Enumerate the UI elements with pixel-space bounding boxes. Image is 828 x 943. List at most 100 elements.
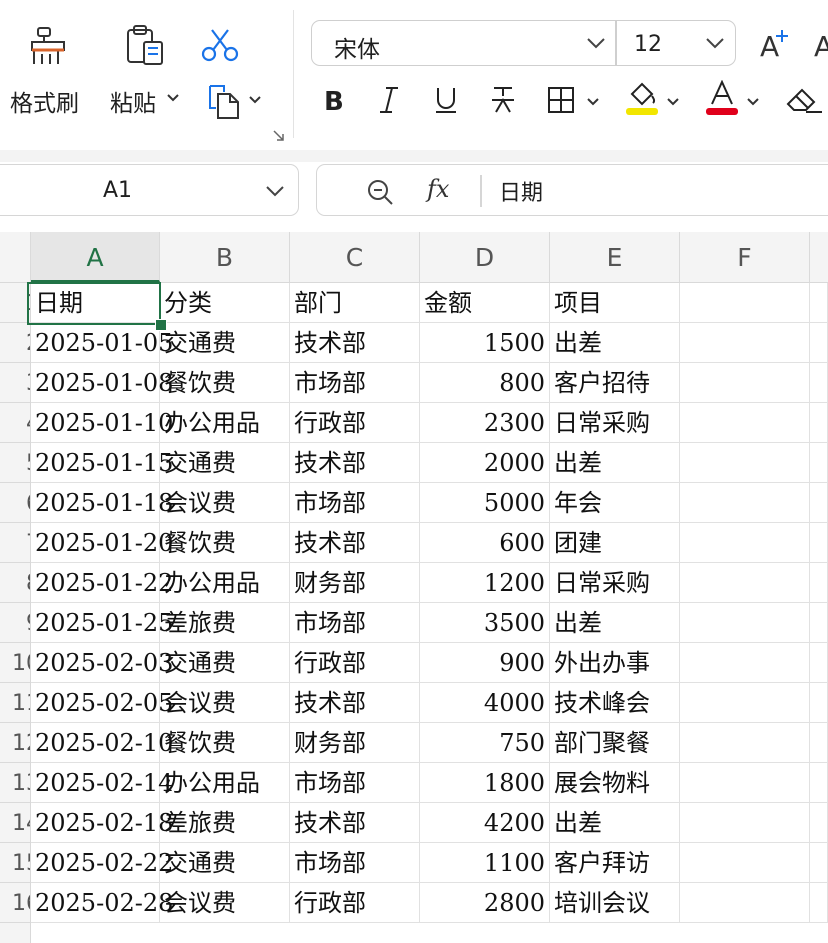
row-header-9[interactable]: 9 — [0, 603, 30, 643]
copy-dropdown-icon[interactable] — [248, 92, 262, 111]
row-header-14[interactable]: 14 — [0, 803, 30, 843]
empty-cell[interactable] — [810, 483, 828, 523]
cell-category[interactable]: 餐饮费 — [160, 363, 290, 403]
cell-dept[interactable]: 财务部 — [290, 723, 420, 763]
cell-category[interactable]: 餐饮费 — [160, 723, 290, 763]
cell-item[interactable]: 出差 — [550, 603, 680, 643]
cell-category[interactable]: 交通费 — [160, 843, 290, 883]
cell-item[interactable]: 展会物料 — [550, 763, 680, 803]
row-header-1[interactable]: 1 — [0, 283, 30, 323]
cell-item[interactable]: 团建 — [550, 523, 680, 563]
cell-amount[interactable]: 1500 — [420, 323, 550, 363]
cell-category[interactable]: 会议费 — [160, 883, 290, 923]
cell-amount[interactable]: 1800 — [420, 763, 550, 803]
cell-dept[interactable]: 技术部 — [290, 323, 420, 363]
empty-cell[interactable] — [810, 603, 828, 643]
cell-dept[interactable]: 行政部 — [290, 643, 420, 683]
cell-dept[interactable]: 技术部 — [290, 803, 420, 843]
cell-dept[interactable]: 行政部 — [290, 883, 420, 923]
cell-category[interactable]: 会议费 — [160, 483, 290, 523]
zoom-search-icon[interactable] — [365, 177, 395, 211]
format-painter-label[interactable]: 格式刷 — [10, 84, 79, 118]
name-box[interactable]: A1 — [0, 164, 299, 216]
cell-dept[interactable]: 市场部 — [290, 603, 420, 643]
copy-icon[interactable] — [206, 82, 244, 124]
fx-icon[interactable]: fx — [427, 175, 449, 203]
cell-amount[interactable]: 4200 — [420, 803, 550, 843]
row-header-16[interactable]: 16 — [0, 883, 30, 923]
cell-category[interactable]: 办公用品 — [160, 403, 290, 443]
cell-amount[interactable]: 5000 — [420, 483, 550, 523]
borders-icon[interactable] — [546, 84, 576, 120]
row-header-4[interactable]: 4 — [0, 403, 30, 443]
cell-item[interactable]: 培训会议 — [550, 883, 680, 923]
empty-cell[interactable] — [680, 563, 810, 603]
cell-category[interactable]: 会议费 — [160, 683, 290, 723]
cell-item[interactable]: 客户招待 — [550, 363, 680, 403]
row-header-6[interactable]: 6 — [0, 483, 30, 523]
row-header-7[interactable]: 7 — [0, 523, 30, 563]
empty-cell[interactable] — [810, 363, 828, 403]
empty-cell[interactable] — [680, 603, 810, 643]
cell-dept[interactable]: 财务部 — [290, 563, 420, 603]
font-size-dropdown-icon[interactable] — [705, 35, 725, 55]
select-all-corner[interactable] — [0, 232, 31, 282]
empty-cell[interactable] — [810, 443, 828, 483]
empty-cell[interactable] — [680, 363, 810, 403]
cell-dept[interactable]: 市场部 — [290, 483, 420, 523]
cell-item[interactable]: 出差 — [550, 803, 680, 843]
empty-cell[interactable] — [810, 883, 828, 923]
cell-item[interactable]: 部门聚餐 — [550, 723, 680, 763]
column-header-f[interactable]: F — [680, 232, 810, 282]
cell-category[interactable]: 办公用品 — [160, 763, 290, 803]
cell-date[interactable]: 2025-01-15 — [31, 443, 173, 483]
bold-icon[interactable]: B — [322, 84, 348, 120]
increase-font-icon[interactable]: A — [758, 26, 792, 66]
empty-cell[interactable] — [810, 683, 828, 723]
cell-item[interactable]: 客户拜访 — [550, 843, 680, 883]
name-box-dropdown-icon[interactable] — [265, 183, 285, 203]
empty-cell[interactable] — [680, 763, 810, 803]
row-header-15[interactable]: 15 — [0, 843, 30, 883]
empty-cell[interactable] — [810, 403, 828, 443]
clipboard-launcher-icon[interactable] — [272, 128, 286, 147]
empty-cell[interactable] — [810, 563, 828, 603]
cell-date[interactable]: 2025-01-25 — [31, 603, 173, 643]
empty-cell[interactable] — [680, 683, 810, 723]
cell-date[interactable]: 2025-01-22 — [31, 563, 173, 603]
name-box-value[interactable]: A1 — [103, 178, 132, 203]
column-header-e[interactable]: E — [550, 232, 680, 282]
row-header-2[interactable]: 2 — [0, 323, 30, 363]
cell-amount[interactable]: 3500 — [420, 603, 550, 643]
empty-cell[interactable] — [680, 643, 810, 683]
cell-amount[interactable]: 4000 — [420, 683, 550, 723]
cell-amount[interactable]: 900 — [420, 643, 550, 683]
cell-item[interactable]: 日常采购 — [550, 403, 680, 443]
cell-amount[interactable]: 1100 — [420, 843, 550, 883]
cell-date[interactable]: 2025-01-10 — [31, 403, 173, 443]
row-header-3[interactable]: 3 — [0, 363, 30, 403]
cell-date[interactable]: 2025-02-05 — [31, 683, 173, 723]
format-painter-icon[interactable] — [26, 24, 70, 72]
row-header-10[interactable]: 10 — [0, 643, 30, 683]
empty-cell[interactable] — [810, 843, 828, 883]
empty-cell[interactable] — [810, 323, 828, 363]
cell-date[interactable]: 2025-02-28 — [31, 883, 173, 923]
cell-dept[interactable]: 市场部 — [290, 363, 420, 403]
font-size-value[interactable]: 12 — [634, 32, 662, 57]
fill-color-dropdown-icon[interactable] — [666, 94, 680, 113]
cell-amount[interactable]: 1200 — [420, 563, 550, 603]
cell-item[interactable]: 出差 — [550, 443, 680, 483]
column-header-g[interactable] — [810, 232, 828, 282]
column-header-d[interactable]: D — [420, 232, 550, 282]
header-cell-category[interactable]: 分类 — [160, 283, 290, 323]
font-name-dropdown-icon[interactable] — [586, 35, 606, 55]
empty-cell[interactable] — [810, 643, 828, 683]
header-cell-date[interactable]: 日期 — [31, 283, 160, 323]
cell-date[interactable]: 2025-01-20 — [31, 523, 173, 563]
empty-cell[interactable] — [680, 723, 810, 763]
row-header-8[interactable]: 8 — [0, 563, 30, 603]
empty-cell[interactable] — [810, 723, 828, 763]
empty-cell[interactable] — [680, 803, 810, 843]
cell-date[interactable]: 2025-01-05 — [31, 323, 173, 363]
